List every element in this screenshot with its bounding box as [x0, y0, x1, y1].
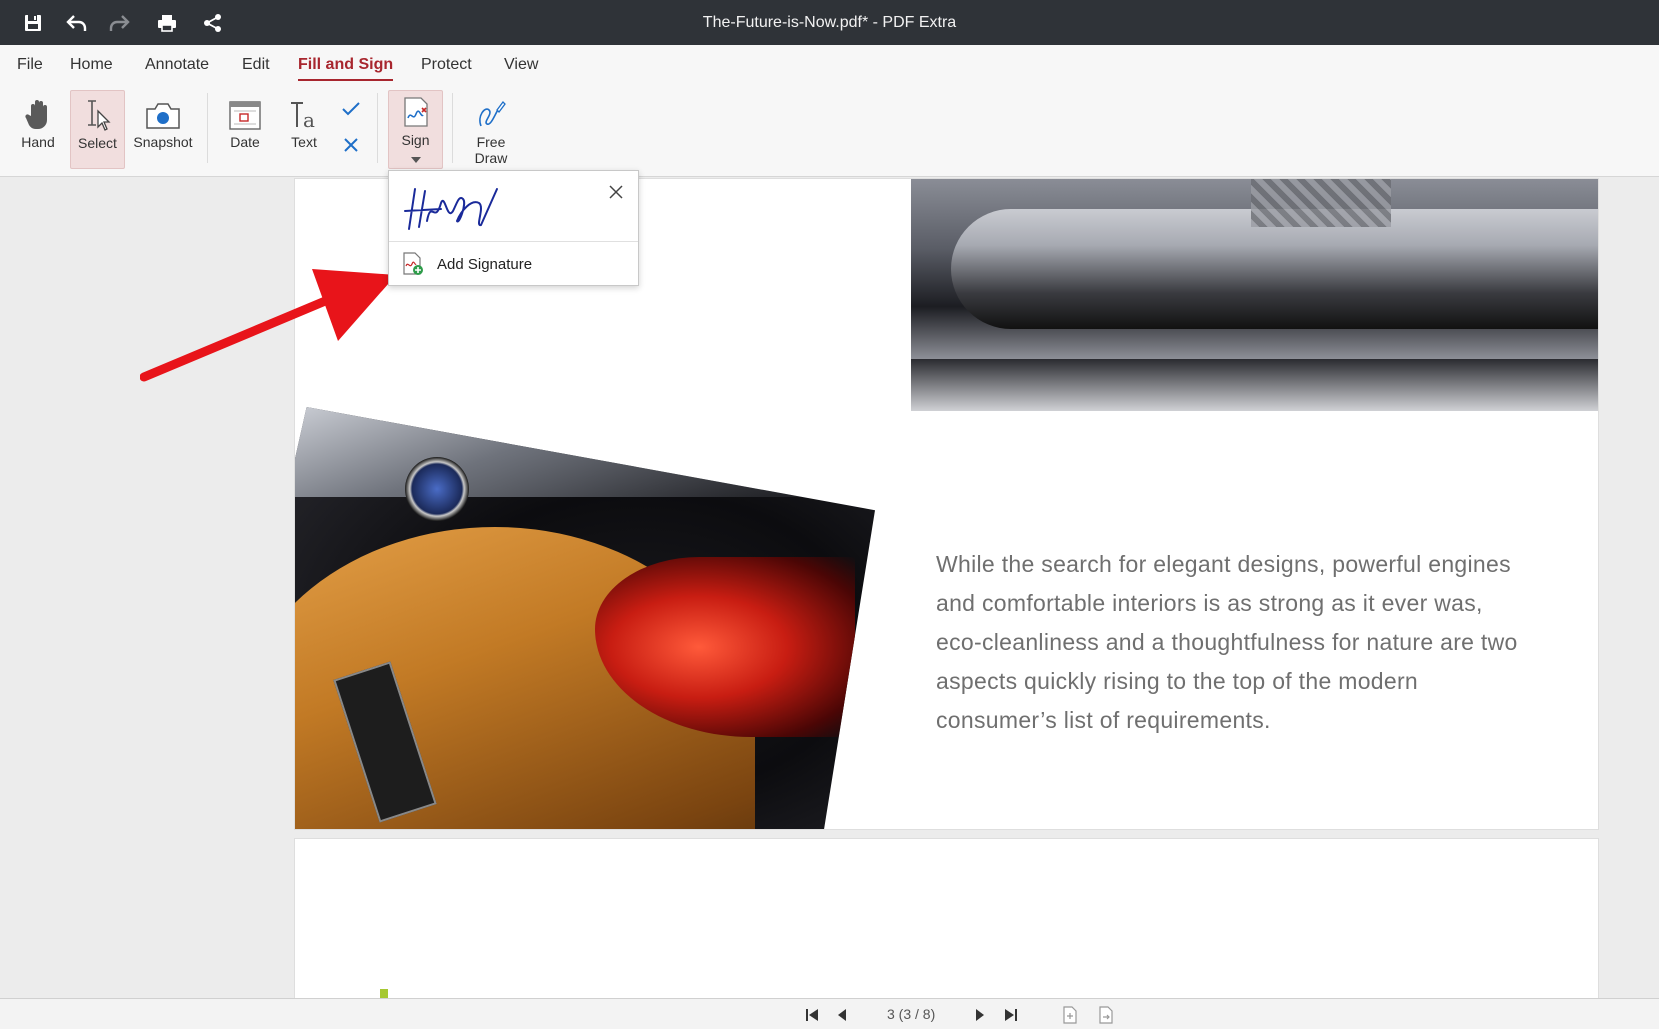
svg-text:a: a: [303, 108, 315, 130]
free-draw-button[interactable]: Free Draw: [467, 90, 515, 169]
add-signature-label: Add Signature: [437, 255, 533, 273]
ribbon-separator: [207, 93, 208, 163]
photo-floor: [911, 359, 1598, 411]
page-indicator[interactable]: 3 (3 / 8): [887, 999, 935, 1029]
sign-button[interactable]: Sign: [388, 90, 443, 169]
ribbon-separator: [452, 93, 453, 163]
cross-icon[interactable]: [339, 133, 363, 157]
redo-icon[interactable]: [96, 0, 141, 45]
tab-home[interactable]: Home: [70, 45, 113, 85]
free-draw-label-line2: Draw: [474, 150, 508, 166]
extract-page-icon[interactable]: [1096, 1005, 1116, 1025]
photo-grille: [1251, 179, 1391, 227]
tab-annotate[interactable]: Annotate: [145, 45, 209, 85]
hand-icon: [25, 90, 51, 134]
close-icon[interactable]: [605, 181, 627, 203]
select-label: Select: [78, 135, 117, 151]
free-draw-label: Free Draw: [475, 134, 508, 166]
tab-fill-and-sign[interactable]: Fill and Sign: [298, 45, 394, 85]
add-signature-item[interactable]: Add Signature: [389, 242, 638, 286]
car-bumper-photo: [911, 179, 1598, 411]
add-signature-icon: [389, 252, 437, 276]
checkmark-icon[interactable]: [339, 97, 363, 121]
select-button[interactable]: Select: [70, 90, 125, 169]
text-button[interactable]: a Text: [284, 90, 324, 169]
photo-bumper: [951, 209, 1598, 329]
previous-page-icon[interactable]: [832, 1005, 852, 1025]
menu-bar: File Home Annotate Edit Fill and Sign Pr…: [0, 45, 1659, 85]
chevron-down-icon: [410, 150, 421, 168]
sign-label: Sign: [401, 132, 430, 148]
car-taillight-photo: [295, 407, 875, 829]
tab-edit[interactable]: Edit: [242, 45, 270, 85]
saved-signature[interactable]: [401, 181, 501, 236]
first-page-icon[interactable]: [802, 1005, 822, 1025]
photo-car-logo: [405, 457, 469, 521]
camera-icon: [145, 90, 181, 134]
insert-page-icon[interactable]: [1060, 1005, 1080, 1025]
signature-pen-icon: [401, 91, 431, 132]
free-draw-icon: [475, 90, 507, 134]
share-icon[interactable]: [190, 0, 235, 45]
tab-view[interactable]: View: [504, 45, 538, 85]
status-bar: 3 (3 / 8): [0, 998, 1659, 1029]
green-accent-bar: [380, 989, 388, 998]
calendar-icon: [229, 90, 261, 134]
hand-label: Hand: [21, 134, 55, 150]
last-page-icon[interactable]: [1001, 1005, 1021, 1025]
body-paragraph[interactable]: While the search for elegant designs, po…: [936, 545, 1526, 740]
snapshot-button[interactable]: Snapshot: [131, 90, 195, 169]
photo-floor: [295, 407, 875, 497]
tab-protect[interactable]: Protect: [421, 45, 472, 85]
print-icon[interactable]: [144, 0, 189, 45]
free-draw-label-line1: Free: [476, 134, 506, 150]
ribbon-toolbar: Hand Select Snapshot Date a Text Sign Fr…: [0, 85, 1659, 177]
sign-dropdown: Add Signature: [388, 170, 639, 286]
title-bar: The-Future-is-Now.pdf* - PDF Extra: [0, 0, 1659, 45]
red-arrow-icon: [140, 269, 396, 382]
text-label: Text: [291, 134, 317, 150]
hand-button[interactable]: Hand: [12, 90, 64, 169]
date-button[interactable]: Date: [222, 90, 268, 169]
text-tool-icon: a: [289, 90, 319, 134]
window-title: The-Future-is-Now.pdf* - PDF Extra: [702, 14, 957, 31]
snapshot-label: Snapshot: [133, 134, 193, 150]
ribbon-separator: [377, 93, 378, 163]
text-cursor-icon: [83, 91, 113, 135]
date-label: Date: [230, 134, 260, 150]
next-page-icon[interactable]: [970, 1005, 990, 1025]
pdf-page[interactable]: [294, 838, 1599, 998]
save-icon[interactable]: [10, 0, 55, 45]
undo-icon[interactable]: [54, 0, 99, 45]
tab-file[interactable]: File: [17, 45, 43, 85]
